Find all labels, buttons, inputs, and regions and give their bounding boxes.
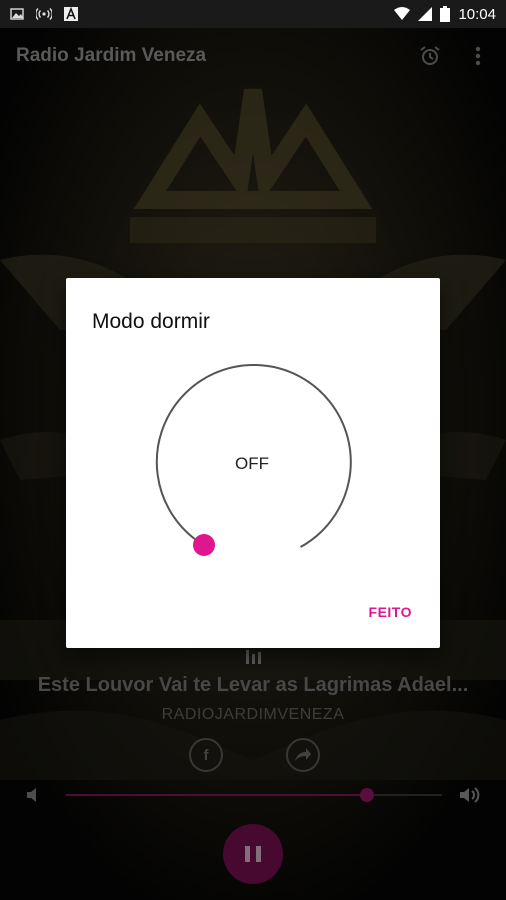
- signal-icon: [418, 7, 433, 21]
- status-bar: 10:04: [0, 0, 506, 28]
- dialog-title: Modo dormir: [92, 310, 210, 333]
- sleep-timer-value: OFF: [235, 454, 269, 473]
- app-a-icon: [64, 7, 78, 21]
- battery-icon: [440, 6, 451, 22]
- sleep-mode-dialog: Modo dormir OFF FEITO: [66, 278, 440, 648]
- broadcast-icon: [36, 8, 52, 20]
- done-button[interactable]: FEITO: [369, 604, 412, 620]
- wifi-icon: [394, 7, 411, 20]
- image-icon: [10, 8, 24, 20]
- sleep-timer-dial[interactable]: OFF: [152, 364, 352, 564]
- status-time: 10:04: [458, 5, 496, 23]
